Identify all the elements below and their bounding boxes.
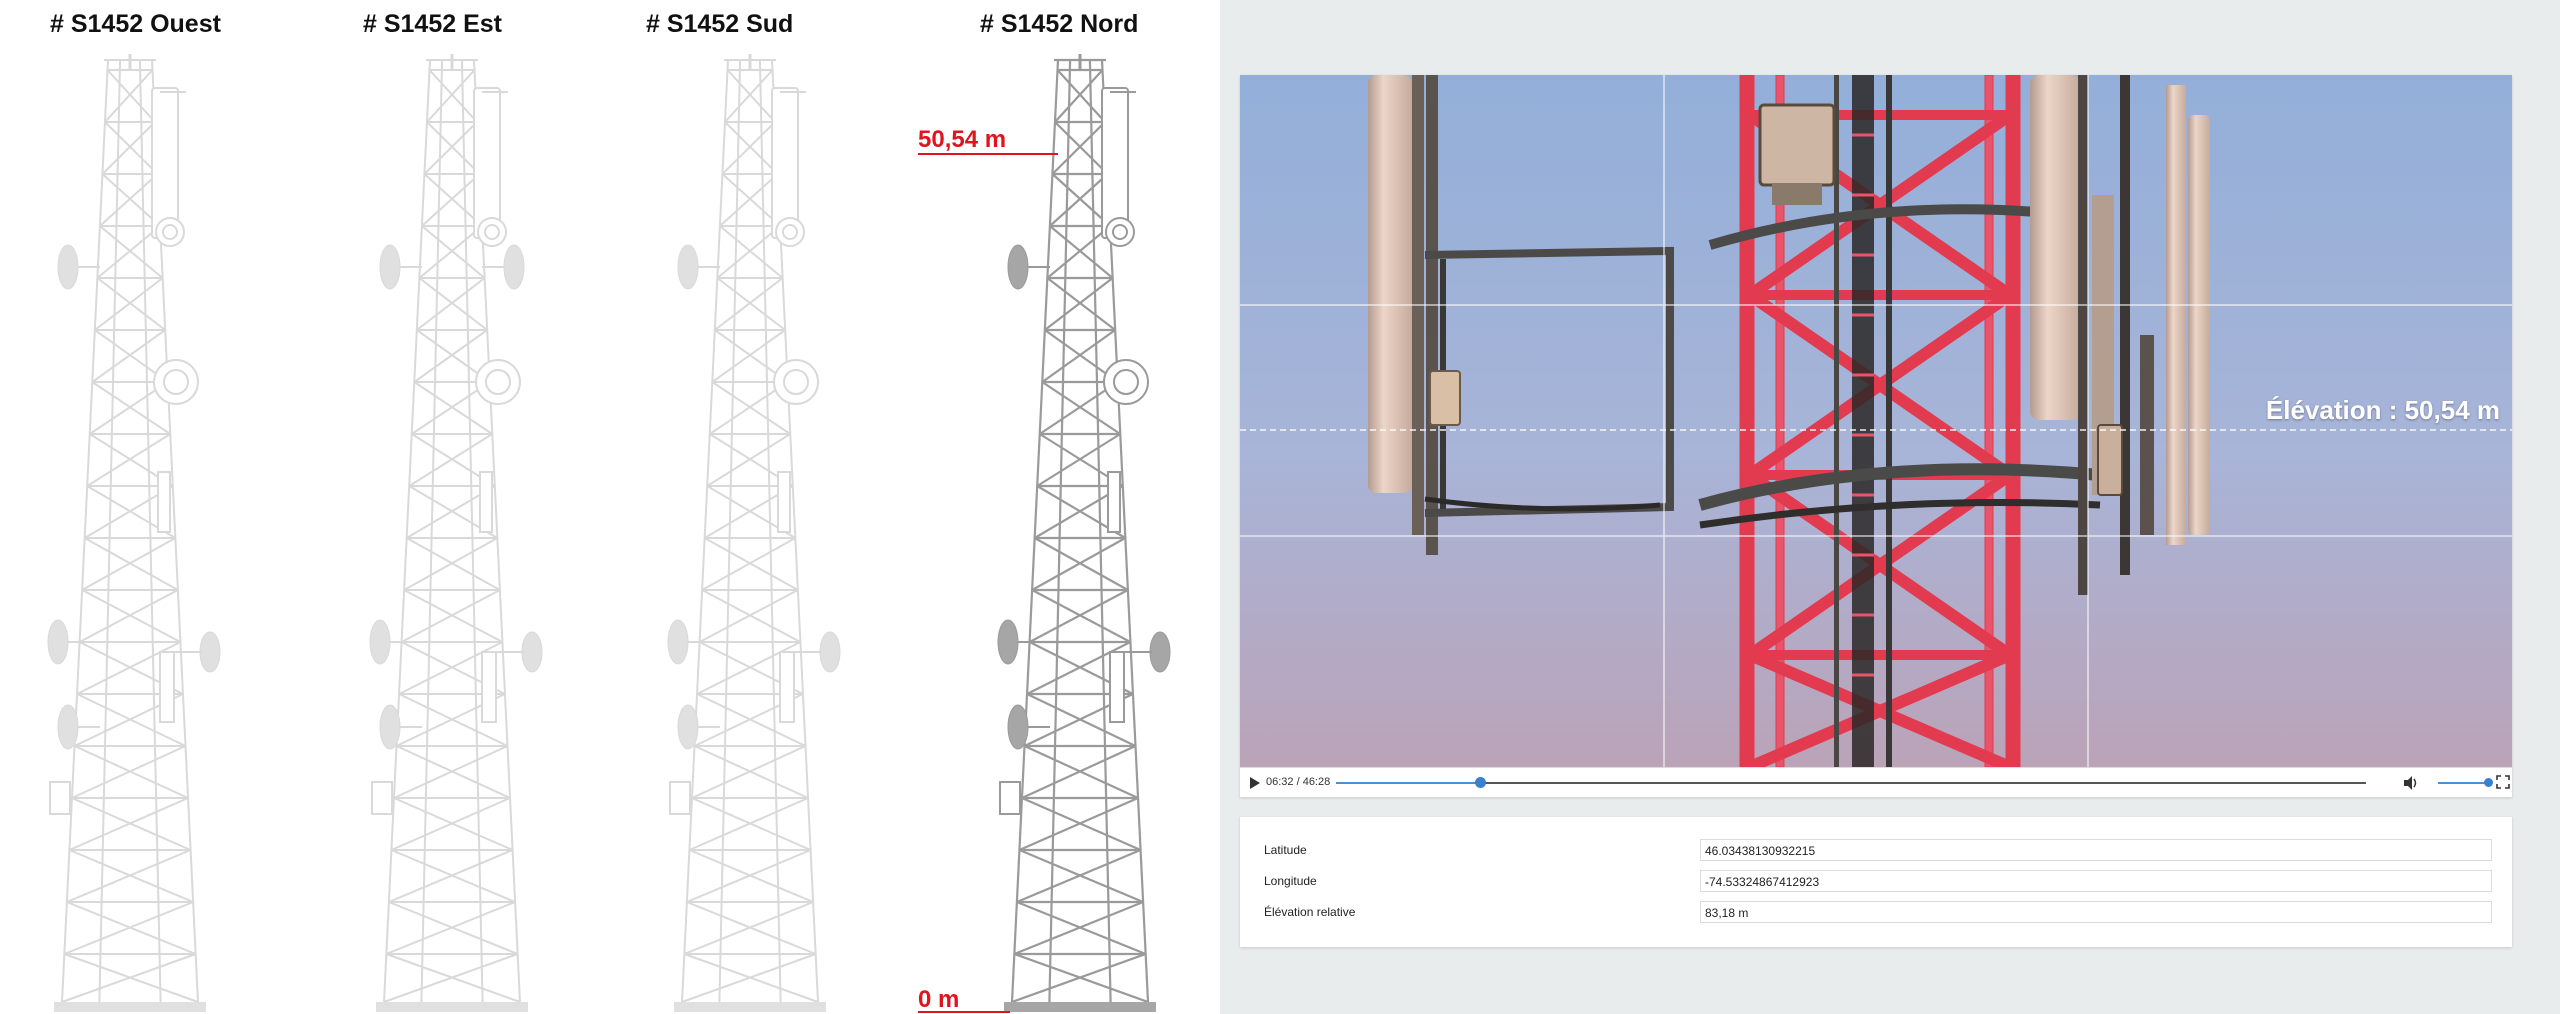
lattice-tower-graphic: [47, 54, 221, 1012]
tower-title-sud: # S1452 Sud: [646, 10, 794, 38]
seek-bar-played: [1336, 782, 1481, 784]
video-player: Élévation : 50,54 m 06:32 / 46:28: [1240, 75, 2512, 797]
elevation-overlay-label: Élévation : 50,54 m: [2265, 395, 2500, 425]
seek-bar[interactable]: [1336, 777, 2366, 788]
height-bottom-label: 0 m: [918, 986, 960, 1013]
height-top-line: [918, 153, 1058, 155]
lattice-tower-graphic: [667, 54, 841, 1012]
fullscreen-icon[interactable]: [2496, 775, 2510, 789]
app-root: # S1452 Ouest # S1452 Est # S1452 Sud # …: [0, 0, 2560, 1014]
height-bottom-line: [918, 1011, 1010, 1013]
longitude-field[interactable]: -74.53324867412923: [1700, 870, 2492, 892]
volume-icon[interactable]: [2402, 774, 2420, 792]
video-frame[interactable]: Élévation : 50,54 m: [1240, 75, 2512, 767]
volume-slider-thumb[interactable]: [2483, 778, 2493, 787]
relative-elevation-field[interactable]: 83,18 m: [1700, 901, 2492, 923]
latitude-label: Latitude: [1264, 843, 1307, 857]
height-top-label: 50,54 m: [918, 126, 1007, 153]
seek-bar-thumb[interactable]: [1475, 777, 1487, 788]
volume-slider[interactable]: [2438, 778, 2493, 787]
tower-title-ouest: # S1452 Ouest: [50, 10, 221, 38]
lattice-tower-graphic: [997, 54, 1171, 1012]
lattice-tower-graphic: [369, 54, 543, 1012]
video-controls: 06:32 / 46:28: [1240, 767, 2512, 797]
volume-slider-fill: [2438, 782, 2488, 784]
info-row-relative-elevation: Élévation relative 83,18 m: [1240, 901, 2512, 925]
tower-drawing-sud[interactable]: [650, 52, 870, 1014]
tower-drawing-est[interactable]: [352, 52, 572, 1014]
relative-elevation-label: Élévation relative: [1264, 905, 1356, 919]
longitude-label: Longitude: [1264, 874, 1317, 888]
latitude-field[interactable]: 46.03438130932215: [1700, 839, 2492, 861]
viewer-panel: Élévation : 50,54 m 06:32 / 46:28 Latitu…: [1220, 0, 2560, 1014]
tower-elevations-panel: # S1452 Ouest # S1452 Est # S1452 Sud # …: [0, 0, 1220, 1014]
tower-drawing-ouest[interactable]: [30, 52, 250, 1014]
time-display: 06:32 / 46:28: [1266, 776, 1331, 788]
info-row-latitude: Latitude 46.03438130932215: [1240, 839, 2512, 863]
play-icon[interactable]: [1248, 775, 1262, 791]
tower-title-est: # S1452 Est: [363, 10, 502, 38]
location-info-card: Latitude 46.03438130932215 Longitude -74…: [1240, 817, 2512, 947]
tower-drawing-nord[interactable]: [980, 52, 1200, 1014]
info-row-longitude: Longitude -74.53324867412923: [1240, 870, 2512, 894]
tower-title-nord: # S1452 Nord: [980, 10, 1139, 38]
